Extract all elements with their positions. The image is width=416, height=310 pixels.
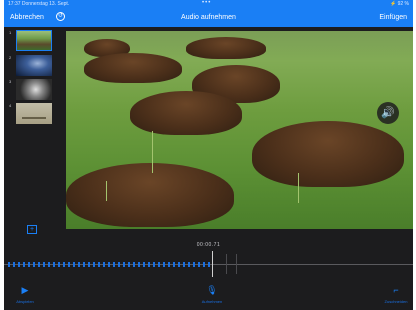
slide-image: 🔊 [66,31,413,229]
waveform-tick [208,262,210,267]
waveform-tick [48,262,50,267]
waveform-tick [128,262,130,267]
slide-thumbnail-1[interactable] [16,30,52,51]
add-slide-icon[interactable]: + [27,225,37,234]
audio-timeline[interactable]: 00:00.71 [4,238,413,281]
waveform-tick [103,262,105,267]
waveform-tick [83,262,85,267]
waveform-tick [53,262,55,267]
waveform-tick [183,262,185,267]
status-time: 17:37 Donnerstag 13. Sept. [8,1,70,7]
play-icon: ▶ [21,285,29,295]
waveform-tick [173,262,175,267]
grass-blade [152,131,153,173]
slide-number: 3 [9,79,12,84]
microphone-icon: 🎙 [206,285,218,295]
waveform-tick [178,262,180,267]
waveform-tick [118,262,120,267]
waveform-tick [63,262,65,267]
waveform-tick [193,262,195,267]
bottom-toolbar: ▶ Abspielen 🎙 Aufnehmen ⌐ Zuschneiden [4,281,413,310]
timeline-marker [226,254,227,274]
waveform-tick [123,262,125,267]
slide-sidebar: 1 2 3 4 + [4,27,61,235]
waveform-tick [73,262,75,267]
molehill [84,53,182,83]
play-button[interactable]: ▶ Abspielen [10,285,40,304]
waveform-tick [153,262,155,267]
battery-status: ⚡ 92 % [389,1,409,7]
slide-number: 2 [9,55,12,60]
waveform-tick [138,262,140,267]
slide-thumbnail-3[interactable] [16,79,52,100]
waveform-tick [33,262,35,267]
app-window: 17:37 Donnerstag 13. Sept. ••• ⚡ 92 % Ab… [4,0,413,310]
play-label: Abspielen [16,299,34,304]
waveform-tick [8,262,10,267]
crop-icon: ⌐ [393,285,399,295]
waveform-tick [98,262,100,267]
waveform-tick [23,262,25,267]
waveform-tick [198,262,200,267]
waveform-tick [28,262,30,267]
waveform-tick [78,262,80,267]
audio-track[interactable] [4,249,413,279]
waveform-tick [43,262,45,267]
waveform-tick [203,262,205,267]
trim-button[interactable]: ⌐ Zuschneiden [380,285,412,304]
thumbnail-detail [22,117,46,119]
waveform-tick [158,262,160,267]
time-readout: 00:00.71 [196,242,221,248]
page-title: Audio aufnehmen [181,14,236,21]
timeline-marker [236,254,237,274]
multitasking-dots[interactable]: ••• [202,0,211,6]
grass-blade [106,181,107,201]
waveform-tick [68,262,70,267]
waveform-tick [163,262,165,267]
molehill [252,121,404,187]
slide-number: 1 [9,30,12,35]
waveform-tick [113,262,115,267]
status-bar: 17:37 Donnerstag 13. Sept. ••• ⚡ 92 % [4,0,413,9]
waveform-tick [148,262,150,267]
waveform-tick [168,262,170,267]
waveform-tick [13,262,15,267]
waveform-tick [88,262,90,267]
waveform-tick [58,262,60,267]
slide-number: 4 [9,103,12,108]
waveform-tick [188,262,190,267]
molehill [66,163,234,227]
record-label: Aufnehmen [201,299,223,304]
speaker-icon[interactable]: 🔊 [377,102,399,124]
insert-button[interactable]: Einfügen [379,14,407,21]
navigation-bar: Abbrechen ↺ Audio aufnehmen Einfügen [4,9,413,27]
record-button[interactable]: 🎙 Aufnehmen [194,285,230,304]
grass-blade [298,173,299,203]
slide-thumbnail-4[interactable] [16,103,52,124]
molehill [130,91,242,135]
waveform-tick [143,262,145,267]
waveform-tick [108,262,110,267]
trim-label: Zuschneiden [384,299,408,304]
waveform-tick [38,262,40,267]
playhead[interactable] [212,251,213,277]
molehill [186,37,266,59]
waveform-tick [133,262,135,267]
waveform-tick [93,262,95,267]
slide-thumbnail-2[interactable] [16,55,52,76]
waveform-tick [18,262,20,267]
